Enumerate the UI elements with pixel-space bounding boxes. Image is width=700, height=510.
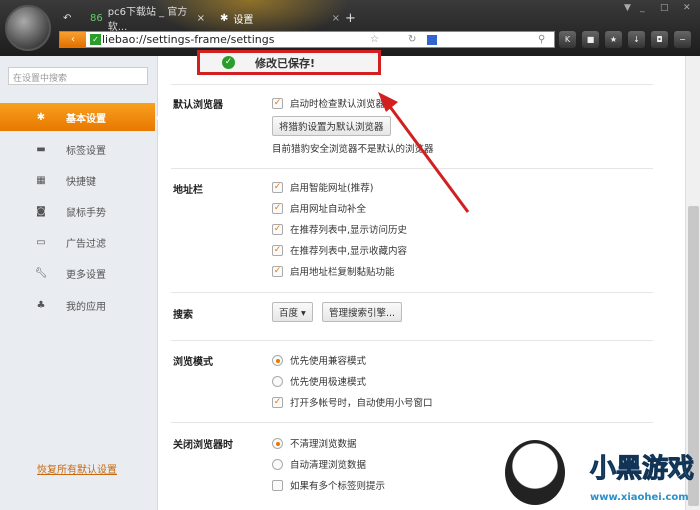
watermark-url: www.xiaohei.com [590, 492, 689, 503]
annotation-arrow [378, 92, 470, 213]
panda-logo [505, 440, 565, 505]
watermark-text: 小黑游戏 [589, 454, 695, 485]
